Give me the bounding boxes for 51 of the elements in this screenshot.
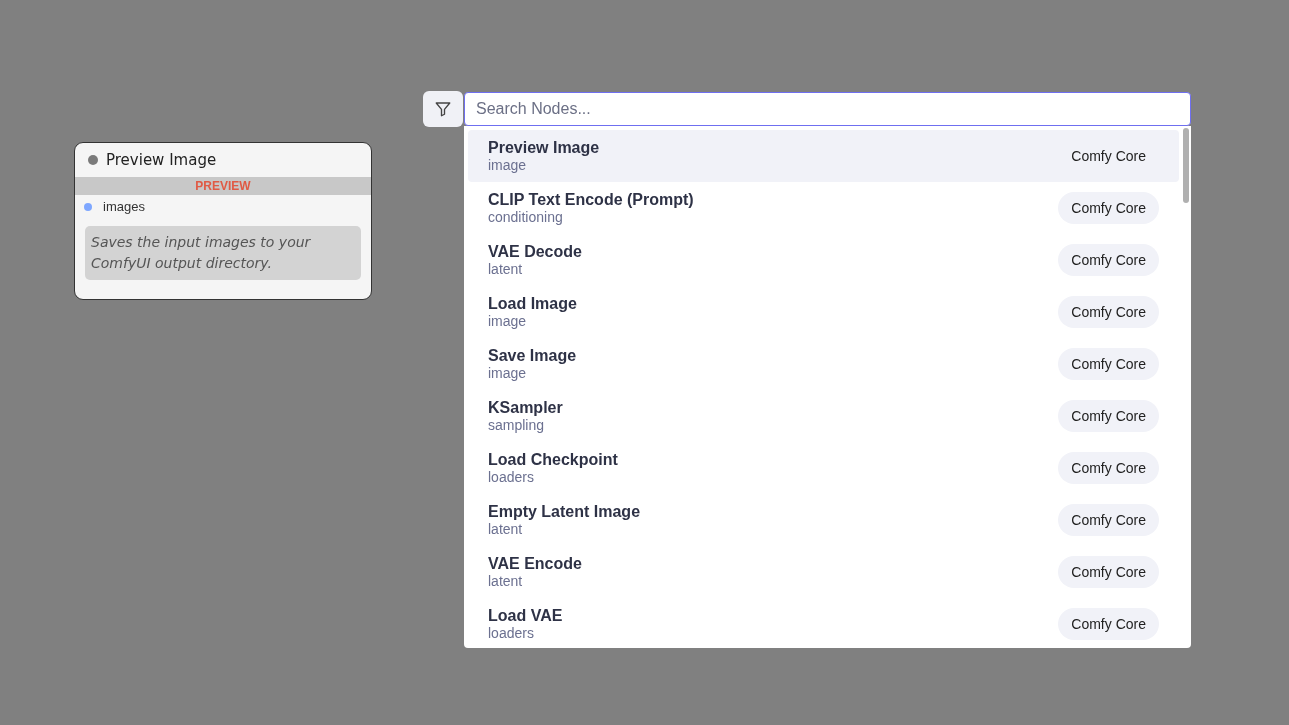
node-title: Preview Image — [106, 151, 217, 169]
node-name: VAE Encode — [488, 555, 583, 573]
filter-button[interactable] — [423, 91, 463, 127]
result-item[interactable]: Save Image image Comfy Core — [468, 338, 1179, 390]
node-category: latent — [488, 521, 524, 537]
node-description: Saves the input images to your ComfyUI output directory. — [85, 226, 361, 280]
result-item[interactable]: Empty Latent Image latent Comfy Core — [468, 494, 1179, 546]
result-item[interactable]: VAE Encode latent Comfy Core — [468, 546, 1179, 598]
node-name: Empty Latent Image — [488, 503, 642, 521]
node-name: KSampler — [488, 399, 564, 417]
node-name: Load VAE — [488, 607, 564, 625]
node-name: Load Image — [488, 295, 578, 313]
result-item[interactable]: Load VAE loaders Comfy Core — [468, 598, 1179, 648]
node-status-dot — [88, 155, 98, 165]
node-name: Preview Image — [488, 139, 601, 157]
source-tag: Comfy Core — [1058, 504, 1159, 536]
scrollbar-thumb[interactable] — [1183, 128, 1189, 203]
node-category: loaders — [488, 625, 535, 641]
node-name: CLIP Text Encode (Prompt) — [488, 191, 695, 209]
result-item[interactable]: Load Image image Comfy Core — [468, 286, 1179, 338]
result-item[interactable]: Preview Image image Comfy Core — [468, 130, 1179, 182]
source-tag: Comfy Core — [1058, 400, 1159, 432]
source-tag: Comfy Core — [1058, 192, 1159, 224]
source-tag: Comfy Core — [1058, 140, 1159, 172]
source-tag: Comfy Core — [1058, 244, 1159, 276]
result-item[interactable]: Load Checkpoint loaders Comfy Core — [468, 442, 1179, 494]
source-tag: Comfy Core — [1058, 556, 1159, 588]
source-tag: Comfy Core — [1058, 348, 1159, 380]
node-category: image — [488, 313, 528, 329]
node-category: latent — [488, 573, 524, 589]
result-item[interactable]: CLIP Text Encode (Prompt) conditioning Comfy Core — [468, 182, 1179, 234]
result-item[interactable]: VAE Decode latent Comfy Core — [468, 234, 1179, 286]
input-label: images — [103, 199, 145, 214]
node-category: conditioning — [488, 209, 564, 225]
node-card[interactable]: Preview Image PREVIEW images Saves the input images to your ComfyUI output directory. — [74, 142, 372, 300]
node-name: VAE Decode — [488, 243, 583, 261]
node-category: loaders — [488, 469, 535, 485]
source-tag: Comfy Core — [1058, 608, 1159, 640]
node-category: sampling — [488, 417, 546, 433]
node-category: latent — [488, 261, 524, 277]
source-tag: Comfy Core — [1058, 452, 1159, 484]
input-slot-dot[interactable] — [84, 202, 92, 211]
node-name: Save Image — [488, 347, 578, 365]
preview-section-label: PREVIEW — [75, 177, 371, 195]
source-tag: Comfy Core — [1058, 296, 1159, 328]
search-field[interactable]: Search Nodes... — [464, 92, 1191, 126]
result-item[interactable]: KSampler sampling Comfy Core — [468, 390, 1179, 442]
node-name: Load Checkpoint — [488, 451, 619, 469]
node-category: image — [488, 157, 528, 173]
node-category: image — [488, 365, 528, 381]
filter-icon — [434, 100, 452, 118]
